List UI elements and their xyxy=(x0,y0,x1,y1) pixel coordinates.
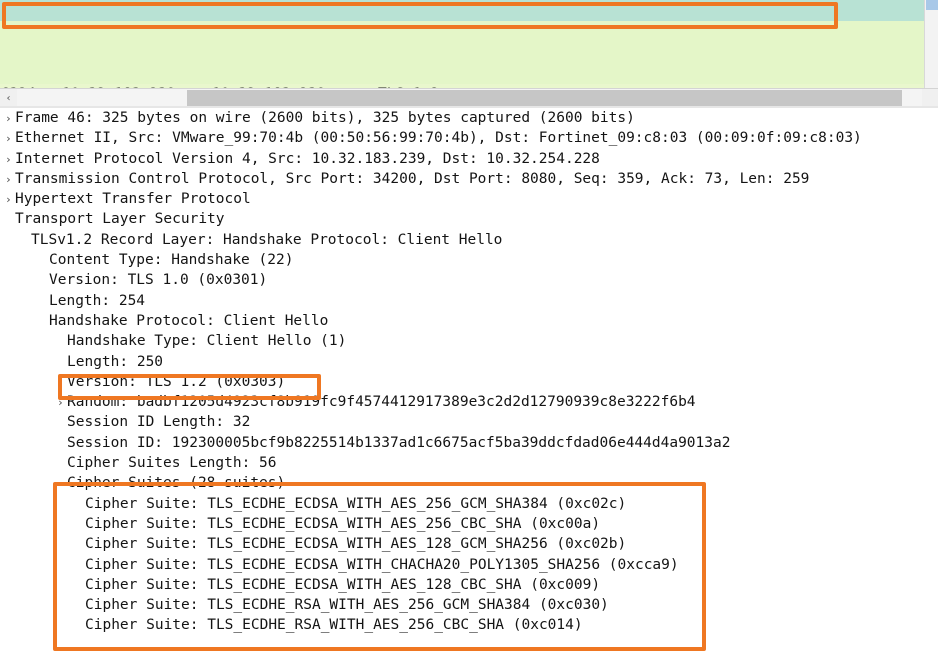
horizontal-scrollbar-thumb[interactable] xyxy=(187,90,902,106)
tree-row-label: Handshake Type: Client Hello (1) xyxy=(67,333,346,349)
expand-twisty-icon[interactable]: › xyxy=(2,150,15,170)
packet-list-row[interactable]: 96324 10.32.254.228 10.32.183.239 TLSv1.… xyxy=(0,63,938,84)
tree-row-cipher-suite[interactable]: Cipher Suite: TLS_ECDHE_ECDSA_WITH_AES_1… xyxy=(0,534,938,554)
tree-row-label: Ethernet II, Src: VMware_99:70:4b (00:50… xyxy=(15,130,862,146)
expand-twisty-icon[interactable]: › xyxy=(2,190,15,210)
packet-list-horizontal-scrollbar[interactable]: ‹ xyxy=(0,88,938,107)
vertical-scrollbar-thumb[interactable] xyxy=(926,0,938,10)
tree-row-http[interactable]: › Hypertext Transfer Protocol xyxy=(0,189,938,209)
tree-row-session-id[interactable]: Session ID: 192300005bcf9b8225514b1337ad… xyxy=(0,433,938,453)
tree-row-label: Cipher Suites Length: 56 xyxy=(67,455,277,471)
tree-row-frame[interactable]: › Frame 46: 325 bytes on wire (2600 bits)… xyxy=(0,108,938,128)
tree-row-label: TLSv1.2 Record Layer: Handshake Protocol… xyxy=(31,232,502,248)
packet-list-row[interactable]: 84840 10.32.183.239 10.32.254.228 TLSv1.… xyxy=(0,42,938,63)
collapse-twisty-icon[interactable]: ⱟ xyxy=(18,231,31,251)
tree-row-cipher-suites[interactable]: ⱟ Cipher Suites (28 suites) xyxy=(0,473,938,493)
tree-row-label: Cipher Suite: TLS_ECDHE_ECDSA_WITH_CHACH… xyxy=(85,557,679,573)
tree-row-label: Content Type: Handshake (22) xyxy=(49,252,293,268)
tree-row-record-layer[interactable]: ⱟ TLSv1.2 Record Layer: Handshake Protoco… xyxy=(0,230,938,250)
wireshark-capture-window: 58010 10.32.183.239 10.32.254.228 TLSv1.… xyxy=(0,0,938,653)
tree-row-label: Cipher Suite: TLS_ECDHE_RSA_WITH_AES_256… xyxy=(85,597,609,613)
tree-row-label: Transmission Control Protocol, Src Port:… xyxy=(15,171,809,187)
tree-row-ethernet[interactable]: › Ethernet II, Src: VMware_99:70:4b (00:5… xyxy=(0,128,938,148)
expand-twisty-icon[interactable]: › xyxy=(2,129,15,149)
collapse-twisty-icon[interactable]: ⱟ xyxy=(54,474,67,494)
tree-row-cipher-suites-length[interactable]: Cipher Suites Length: 56 xyxy=(0,453,938,473)
tree-row-label: Cipher Suite: TLS_ECDHE_ECDSA_WITH_AES_1… xyxy=(85,536,626,552)
tree-row-client-hello-version[interactable]: Version: TLS 1.2 (0x0303) xyxy=(0,372,938,392)
tree-row-label: Internet Protocol Version 4, Src: 10.32.… xyxy=(15,151,600,167)
tree-row-record-length[interactable]: Length: 254 xyxy=(0,291,938,311)
horizontal-scrollbar-track[interactable] xyxy=(17,89,922,107)
tree-row-label: Frame 46: 325 bytes on wire (2600 bits),… xyxy=(15,110,635,126)
tree-row-label: Random: badbf1205d4923cf8b919fc9f4574412… xyxy=(67,394,696,410)
tree-row-label: Session ID: 192300005bcf9b8225514b1337ad… xyxy=(67,435,730,451)
packet-list-vertical-scrollbar[interactable] xyxy=(924,0,938,88)
tree-row-handshake-type[interactable]: Handshake Type: Client Hello (1) xyxy=(0,331,938,351)
tree-row-tls[interactable]: ⱟ Transport Layer Security xyxy=(0,209,938,229)
tree-row-label: Hypertext Transfer Protocol xyxy=(15,191,251,207)
packet-list-pane[interactable]: 58010 10.32.183.239 10.32.254.228 TLSv1.… xyxy=(0,0,938,88)
packet-detail-pane[interactable]: › Frame 46: 325 bytes on wire (2600 bits)… xyxy=(0,108,938,653)
packet-list-row[interactable]: 80752 10.32.254.228 10.32.183.239 TLSv1.… xyxy=(0,21,938,42)
tree-row-cipher-suite[interactable]: Cipher Suite: TLS_ECDHE_RSA_WITH_AES_256… xyxy=(0,595,938,615)
tree-row-label: Cipher Suite: TLS_ECDHE_ECDSA_WITH_AES_2… xyxy=(85,496,626,512)
scroll-left-arrow-icon[interactable]: ‹ xyxy=(0,89,17,107)
collapse-twisty-icon[interactable]: ⱟ xyxy=(2,210,15,230)
tree-row-random[interactable]: › Random: badbf1205d4923cf8b919fc9f457441… xyxy=(0,392,938,412)
expand-twisty-icon[interactable]: › xyxy=(2,170,15,190)
tree-row-label: Cipher Suite: TLS_ECDHE_RSA_WITH_AES_256… xyxy=(85,617,583,633)
tree-row-content-type[interactable]: Content Type: Handshake (22) xyxy=(0,250,938,270)
packet-list-row[interactable]: 58010 10.32.183.239 10.32.254.228 TLSv1.… xyxy=(0,0,938,21)
tree-row-label: Transport Layer Security xyxy=(15,211,225,227)
tree-row-label: Cipher Suite: TLS_ECDHE_ECDSA_WITH_AES_1… xyxy=(85,577,600,593)
tree-row-label: Handshake Protocol: Client Hello xyxy=(49,313,328,329)
tree-row-label: Version: TLS 1.2 (0x0303) xyxy=(67,374,285,390)
tree-row-cipher-suite[interactable]: Cipher Suite: TLS_ECDHE_ECDSA_WITH_AES_2… xyxy=(0,494,938,514)
expand-twisty-icon[interactable]: › xyxy=(2,109,15,129)
tree-row-tcp[interactable]: › Transmission Control Protocol, Src Port… xyxy=(0,169,938,189)
tree-row-session-id-length[interactable]: Session ID Length: 32 xyxy=(0,412,938,432)
tree-row-cipher-suite[interactable]: Cipher Suite: TLS_ECDHE_ECDSA_WITH_CHACH… xyxy=(0,555,938,575)
tree-row-handshake-length[interactable]: Length: 250 xyxy=(0,352,938,372)
tree-row-label: Version: TLS 1.0 (0x0301) xyxy=(49,272,267,288)
tree-row-label: Cipher Suite: TLS_ECDHE_ECDSA_WITH_AES_2… xyxy=(85,516,600,532)
collapse-twisty-icon[interactable]: ⱟ xyxy=(36,312,49,332)
tree-row-label: Length: 250 xyxy=(67,354,163,370)
tree-row-record-version[interactable]: Version: TLS 1.0 (0x0301) xyxy=(0,270,938,290)
tree-row-cipher-suite[interactable]: Cipher Suite: TLS_ECDHE_ECDSA_WITH_AES_1… xyxy=(0,575,938,595)
tree-row-label: Length: 254 xyxy=(49,293,145,309)
tree-row-label: Session ID Length: 32 xyxy=(67,414,250,430)
tree-row-cipher-suite[interactable]: Cipher Suite: TLS_ECDHE_RSA_WITH_AES_256… xyxy=(0,615,938,635)
tree-row-ipv4[interactable]: › Internet Protocol Version 4, Src: 10.32… xyxy=(0,149,938,169)
tree-row-cipher-suite[interactable]: Cipher Suite: TLS_ECDHE_ECDSA_WITH_AES_2… xyxy=(0,514,938,534)
expand-twisty-icon[interactable]: › xyxy=(54,393,67,413)
tree-row-label: Cipher Suites (28 suites) xyxy=(67,475,285,491)
tree-row-handshake-protocol[interactable]: ⱟ Handshake Protocol: Client Hello xyxy=(0,311,938,331)
